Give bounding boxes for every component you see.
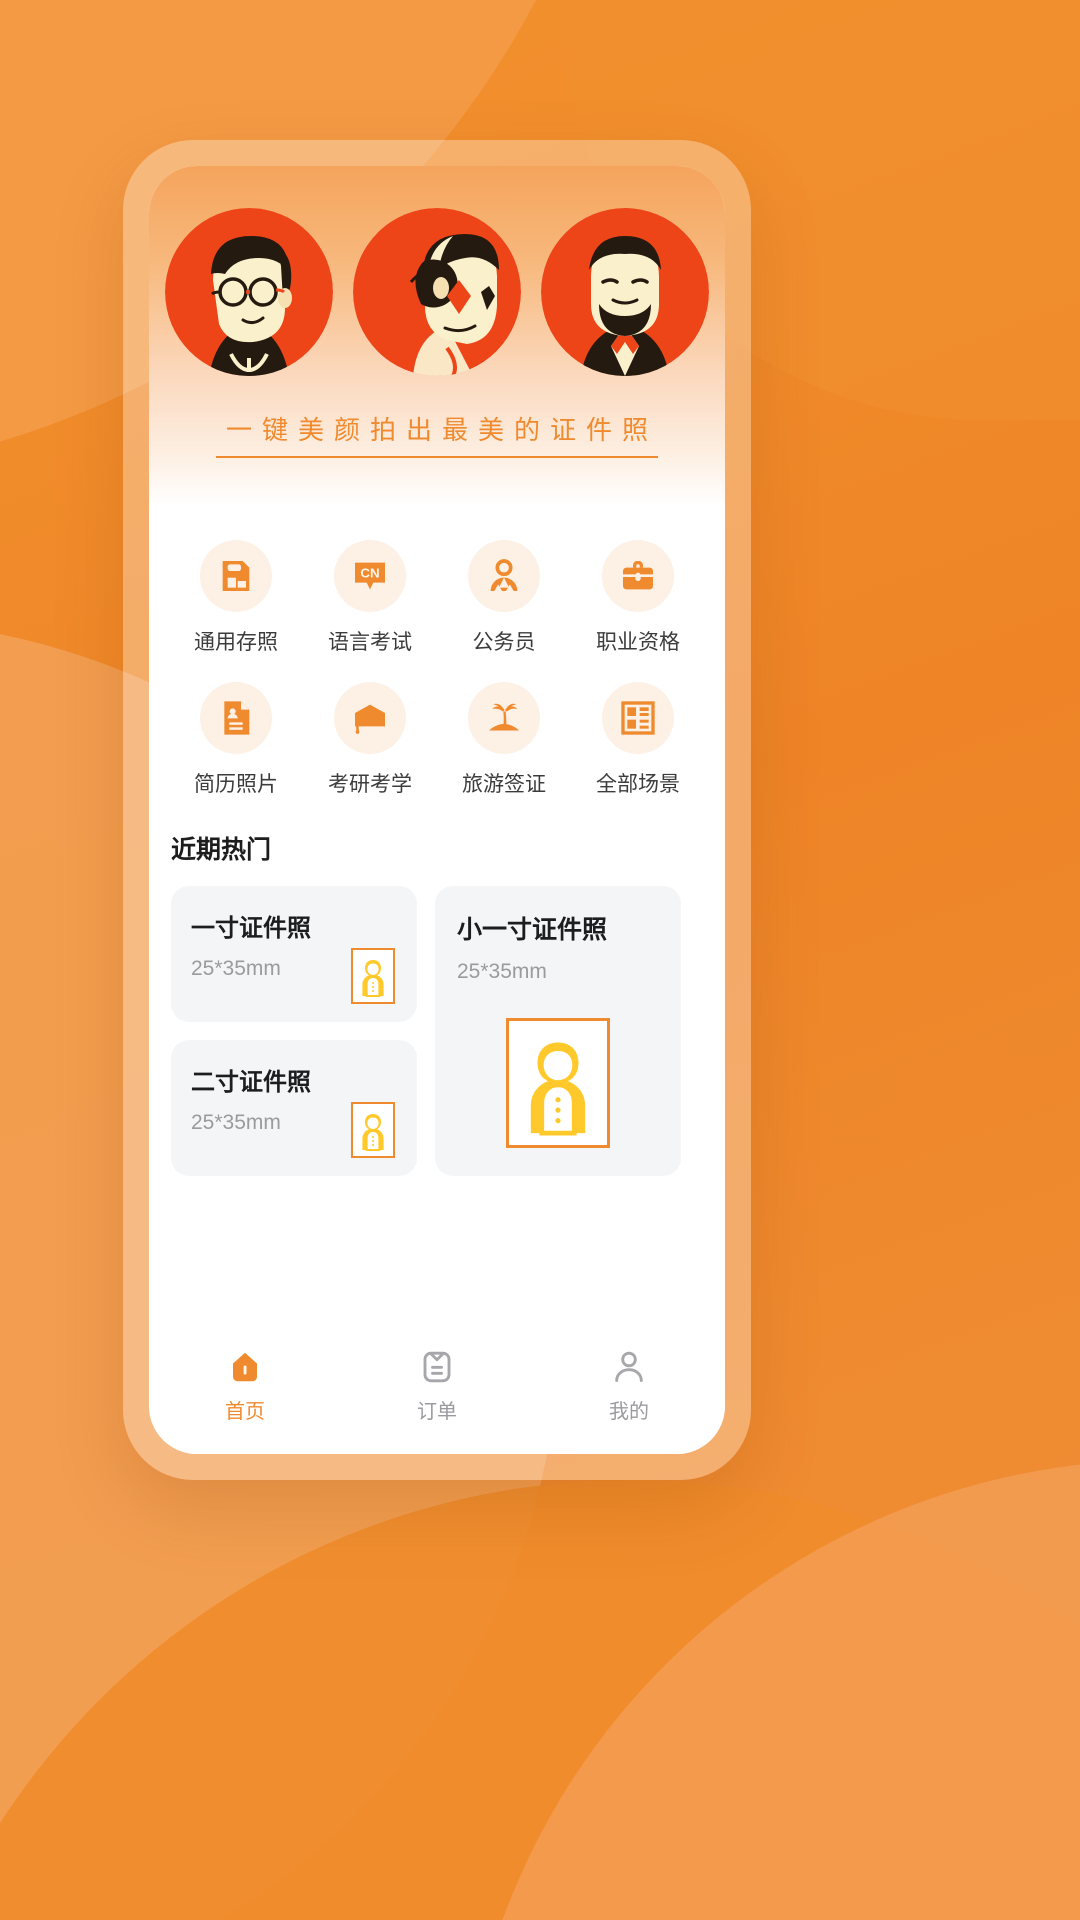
- category-item-6[interactable]: 旅游签证: [437, 682, 571, 798]
- hero-banner: 一键美颜拍出最美的证件照: [149, 166, 725, 506]
- category-label: 职业资格: [596, 631, 680, 654]
- id-photo-thumbnail-icon: [506, 1018, 610, 1148]
- tab-label: 首页: [225, 1400, 265, 1423]
- category-label: 通用存照: [194, 631, 278, 654]
- hero-tagline: 一键美颜拍出最美的证件照: [149, 410, 725, 458]
- avatar-person-beard: [541, 208, 709, 376]
- avatar-person-bun: [353, 208, 521, 376]
- tab-profile[interactable]: 我的: [554, 1349, 704, 1424]
- category-grid: 通用存照 CN 语言考试 公务员 职业资格 简历照片 考研考学 旅游签证 全部场…: [149, 506, 725, 804]
- category-item-5[interactable]: 考研考学: [303, 682, 437, 798]
- svg-text:CN: CN: [360, 566, 379, 581]
- tab-label: 订单: [417, 1400, 457, 1423]
- category-label: 全部场景: [596, 773, 680, 796]
- hot-card-small-one-inch[interactable]: 小一寸证件照 25*35mm: [435, 886, 681, 1176]
- user-icon: [611, 1349, 647, 1385]
- category-label: 简历照片: [194, 773, 278, 796]
- category-item-3[interactable]: 职业资格: [571, 540, 705, 656]
- hot-card-title: 二寸证件照: [191, 1069, 311, 1096]
- tab-home[interactable]: 首页: [170, 1349, 320, 1424]
- briefcase-icon: [602, 540, 674, 612]
- avatar-row: [149, 208, 725, 376]
- resume-icon: [200, 682, 272, 754]
- hot-card-one-inch[interactable]: 一寸证件照 25*35mm: [171, 886, 417, 1022]
- avatar-person-glasses: [165, 208, 333, 376]
- grid-layout-icon: [602, 682, 674, 754]
- id-photo-thumbnail-icon: [351, 948, 395, 1004]
- cn-bubble-icon: CN: [334, 540, 406, 612]
- hot-section: 近期热门 一寸证件照 25*35mm 二寸证件照 25*35mm 小一寸证件照 …: [149, 804, 725, 1326]
- hot-card-size: 25*35mm: [457, 960, 547, 983]
- category-item-1[interactable]: CN 语言考试: [303, 540, 437, 656]
- bottom-navigation: 首页 订单 我的: [149, 1326, 725, 1454]
- category-label: 公务员: [472, 631, 536, 654]
- hot-card-title: 小一寸证件照: [457, 916, 608, 944]
- hot-column-right: 小一寸证件照 25*35mm: [435, 886, 681, 1176]
- category-label: 语言考试: [328, 631, 412, 654]
- hot-section-title: 近期热门: [171, 836, 272, 864]
- category-item-4[interactable]: 简历照片: [169, 682, 303, 798]
- hot-column-left: 一寸证件照 25*35mm 二寸证件照 25*35mm: [171, 886, 417, 1176]
- category-item-7[interactable]: 全部场景: [571, 682, 705, 798]
- category-label: 旅游签证: [462, 773, 546, 796]
- palm-tree-icon: [468, 682, 540, 754]
- tab-label: 我的: [609, 1400, 649, 1423]
- category-label: 考研考学: [328, 773, 412, 796]
- order-icon: [419, 1349, 455, 1385]
- tab-orders[interactable]: 订单: [362, 1349, 512, 1424]
- hot-card-two-inch[interactable]: 二寸证件照 25*35mm: [171, 1040, 417, 1176]
- person-icon: [468, 540, 540, 612]
- hot-card-grid: 一寸证件照 25*35mm 二寸证件照 25*35mm 小一寸证件照 25*35…: [171, 886, 703, 1176]
- category-item-0[interactable]: 通用存照: [169, 540, 303, 656]
- category-item-2[interactable]: 公务员: [437, 540, 571, 656]
- graduation-cap-icon: [334, 682, 406, 754]
- home-icon: [227, 1349, 263, 1385]
- phone-frame: 一键美颜拍出最美的证件照 通用存照 CN 语言考试 公务员 职业资格 简历照片 …: [123, 140, 751, 1480]
- hot-card-title: 一寸证件照: [191, 915, 311, 942]
- save-icon: [200, 540, 272, 612]
- id-photo-thumbnail-icon: [351, 1102, 395, 1158]
- hero-tagline-text: 一键美颜拍出最美的证件照: [215, 410, 658, 458]
- phone-screen: 一键美颜拍出最美的证件照 通用存照 CN 语言考试 公务员 职业资格 简历照片 …: [149, 166, 725, 1454]
